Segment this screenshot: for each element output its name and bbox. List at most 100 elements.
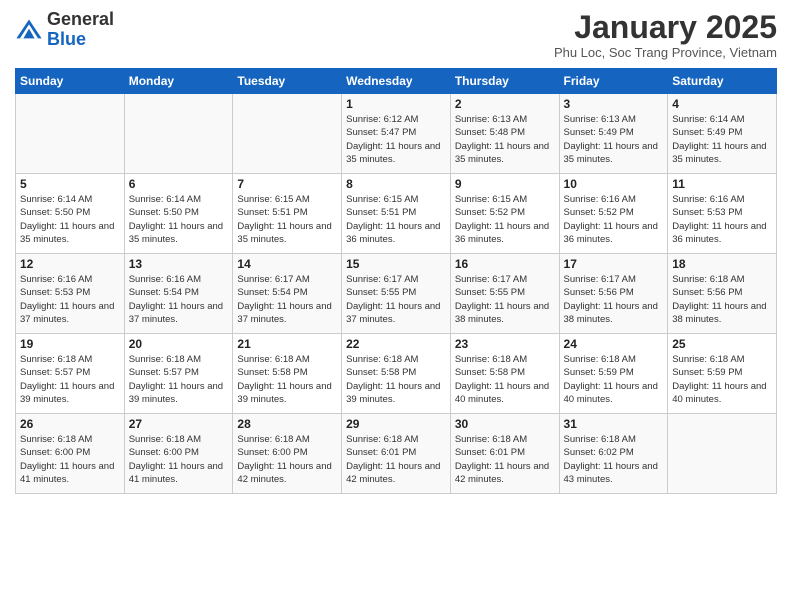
week-row-5: 26 Sunrise: 6:18 AMSunset: 6:00 PMDayligh… (16, 414, 777, 494)
calendar-cell: 13 Sunrise: 6:16 AMSunset: 5:54 PMDayligh… (124, 254, 233, 334)
calendar-cell: 27 Sunrise: 6:18 AMSunset: 6:00 PMDayligh… (124, 414, 233, 494)
day-info: Sunrise: 6:17 AMSunset: 5:54 PMDaylight:… (237, 273, 337, 326)
day-info: Sunrise: 6:18 AMSunset: 5:59 PMDaylight:… (564, 353, 664, 406)
day-number: 11 (672, 177, 772, 191)
day-info: Sunrise: 6:17 AMSunset: 5:55 PMDaylight:… (455, 273, 555, 326)
title-area: January 2025 Phu Loc, Soc Trang Province… (554, 10, 777, 60)
day-info: Sunrise: 6:15 AMSunset: 5:51 PMDaylight:… (346, 193, 446, 246)
calendar-cell: 6 Sunrise: 6:14 AMSunset: 5:50 PMDaylight… (124, 174, 233, 254)
day-number: 3 (564, 97, 664, 111)
calendar-header-row: SundayMondayTuesdayWednesdayThursdayFrid… (16, 69, 777, 94)
day-number: 21 (237, 337, 337, 351)
day-number: 24 (564, 337, 664, 351)
calendar-cell: 18Sunrise: 6:18 AMSunset: 5:56 PMDayligh… (668, 254, 777, 334)
day-info: Sunrise: 6:18 AMSunset: 5:59 PMDaylight:… (672, 353, 772, 406)
day-number: 15 (346, 257, 446, 271)
day-info: Sunrise: 6:13 AMSunset: 5:48 PMDaylight:… (455, 113, 555, 166)
col-header-monday: Monday (124, 69, 233, 94)
logo-text: General Blue (47, 10, 114, 50)
day-info: Sunrise: 6:17 AMSunset: 5:56 PMDaylight:… (564, 273, 664, 326)
col-header-sunday: Sunday (16, 69, 125, 94)
day-info: Sunrise: 6:14 AMSunset: 5:50 PMDaylight:… (129, 193, 229, 246)
calendar-cell: 9 Sunrise: 6:15 AMSunset: 5:52 PMDaylight… (450, 174, 559, 254)
day-info: Sunrise: 6:18 AMSunset: 6:01 PMDaylight:… (346, 433, 446, 486)
calendar-cell (124, 94, 233, 174)
day-number: 27 (129, 417, 229, 431)
day-number: 16 (455, 257, 555, 271)
day-number: 1 (346, 97, 446, 111)
day-number: 19 (20, 337, 120, 351)
calendar-cell: 19Sunrise: 6:18 AMSunset: 5:57 PMDayligh… (16, 334, 125, 414)
day-number: 17 (564, 257, 664, 271)
calendar-cell: 22 Sunrise: 6:18 AMSunset: 5:58 PMDayligh… (342, 334, 451, 414)
day-number: 26 (20, 417, 120, 431)
calendar-cell: 12 Sunrise: 6:16 AMSunset: 5:53 PMDayligh… (16, 254, 125, 334)
day-info: Sunrise: 6:16 AMSunset: 5:53 PMDaylight:… (672, 193, 772, 246)
calendar-cell: 2 Sunrise: 6:13 AMSunset: 5:48 PMDaylight… (450, 94, 559, 174)
calendar-cell: 21 Sunrise: 6:18 AMSunset: 5:58 PMDayligh… (233, 334, 342, 414)
day-info: Sunrise: 6:16 AMSunset: 5:52 PMDaylight:… (564, 193, 664, 246)
day-number: 7 (237, 177, 337, 191)
day-number: 29 (346, 417, 446, 431)
day-info: Sunrise: 6:18 AMSunset: 5:58 PMDaylight:… (346, 353, 446, 406)
day-info: Sunrise: 6:14 AMSunset: 5:49 PMDaylight:… (672, 113, 772, 166)
day-number: 2 (455, 97, 555, 111)
col-header-saturday: Saturday (668, 69, 777, 94)
calendar-cell: 23 Sunrise: 6:18 AMSunset: 5:58 PMDayligh… (450, 334, 559, 414)
calendar-cell: 14Sunrise: 6:17 AMSunset: 5:54 PMDayligh… (233, 254, 342, 334)
day-info: Sunrise: 6:16 AMSunset: 5:53 PMDaylight:… (20, 273, 120, 326)
calendar-cell (668, 414, 777, 494)
day-number: 28 (237, 417, 337, 431)
col-header-thursday: Thursday (450, 69, 559, 94)
calendar-cell: 15Sunrise: 6:17 AMSunset: 5:55 PMDayligh… (342, 254, 451, 334)
day-info: Sunrise: 6:15 AMSunset: 5:52 PMDaylight:… (455, 193, 555, 246)
calendar-cell: 29 Sunrise: 6:18 AMSunset: 6:01 PMDayligh… (342, 414, 451, 494)
day-info: Sunrise: 6:18 AMSunset: 6:00 PMDaylight:… (237, 433, 337, 486)
day-number: 30 (455, 417, 555, 431)
header: General Blue January 2025 Phu Loc, Soc T… (15, 10, 777, 60)
col-header-friday: Friday (559, 69, 668, 94)
day-number: 31 (564, 417, 664, 431)
calendar-cell: 7 Sunrise: 6:15 AMSunset: 5:51 PMDaylight… (233, 174, 342, 254)
day-number: 22 (346, 337, 446, 351)
day-info: Sunrise: 6:16 AMSunset: 5:54 PMDaylight:… (129, 273, 229, 326)
day-info: Sunrise: 6:18 AMSunset: 6:00 PMDaylight:… (129, 433, 229, 486)
day-info: Sunrise: 6:15 AMSunset: 5:51 PMDaylight:… (237, 193, 337, 246)
day-info: Sunrise: 6:13 AMSunset: 5:49 PMDaylight:… (564, 113, 664, 166)
day-number: 12 (20, 257, 120, 271)
day-number: 4 (672, 97, 772, 111)
day-number: 5 (20, 177, 120, 191)
day-info: Sunrise: 6:18 AMSunset: 6:02 PMDaylight:… (564, 433, 664, 486)
logo-icon (15, 16, 43, 44)
calendar-table: SundayMondayTuesdayWednesdayThursdayFrid… (15, 68, 777, 494)
week-row-2: 5 Sunrise: 6:14 AMSunset: 5:50 PMDaylight… (16, 174, 777, 254)
calendar-cell: 17 Sunrise: 6:17 AMSunset: 5:56 PMDayligh… (559, 254, 668, 334)
calendar-cell: 8 Sunrise: 6:15 AMSunset: 5:51 PMDaylight… (342, 174, 451, 254)
calendar-cell: 26 Sunrise: 6:18 AMSunset: 6:00 PMDayligh… (16, 414, 125, 494)
calendar-cell: 10Sunrise: 6:16 AMSunset: 5:52 PMDayligh… (559, 174, 668, 254)
calendar-cell: 24 Sunrise: 6:18 AMSunset: 5:59 PMDayligh… (559, 334, 668, 414)
day-number: 9 (455, 177, 555, 191)
day-number: 23 (455, 337, 555, 351)
week-row-3: 12 Sunrise: 6:16 AMSunset: 5:53 PMDayligh… (16, 254, 777, 334)
day-info: Sunrise: 6:18 AMSunset: 5:58 PMDaylight:… (455, 353, 555, 406)
calendar-cell: 30Sunrise: 6:18 AMSunset: 6:01 PMDayligh… (450, 414, 559, 494)
calendar-cell: 11 Sunrise: 6:16 AMSunset: 5:53 PMDayligh… (668, 174, 777, 254)
day-number: 25 (672, 337, 772, 351)
month-title: January 2025 (554, 10, 777, 45)
day-number: 8 (346, 177, 446, 191)
calendar-cell: 25 Sunrise: 6:18 AMSunset: 5:59 PMDayligh… (668, 334, 777, 414)
day-number: 20 (129, 337, 229, 351)
week-row-4: 19 Sunrise: 6:18 AMSunset: 5:57 PMDayligh… (16, 334, 777, 414)
col-header-tuesday: Tuesday (233, 69, 342, 94)
day-info: Sunrise: 6:18 AMSunset: 5:58 PMDaylight:… (237, 353, 337, 406)
week-row-1: 1Sunrise: 6:12 AMSunset: 5:47 PMDaylight… (16, 94, 777, 174)
calendar-cell (233, 94, 342, 174)
day-number: 6 (129, 177, 229, 191)
location-subtitle: Phu Loc, Soc Trang Province, Vietnam (554, 45, 777, 60)
day-number: 13 (129, 257, 229, 271)
calendar-cell: 4 Sunrise: 6:14 AMSunset: 5:49 PMDaylight… (668, 94, 777, 174)
day-info: Sunrise: 6:18 AMSunset: 6:00 PMDaylight:… (20, 433, 120, 486)
day-info: Sunrise: 6:18 AMSunset: 5:57 PMDaylight:… (129, 353, 229, 406)
calendar-cell: 31 Sunrise: 6:18 AMSunset: 6:02 PMDayligh… (559, 414, 668, 494)
